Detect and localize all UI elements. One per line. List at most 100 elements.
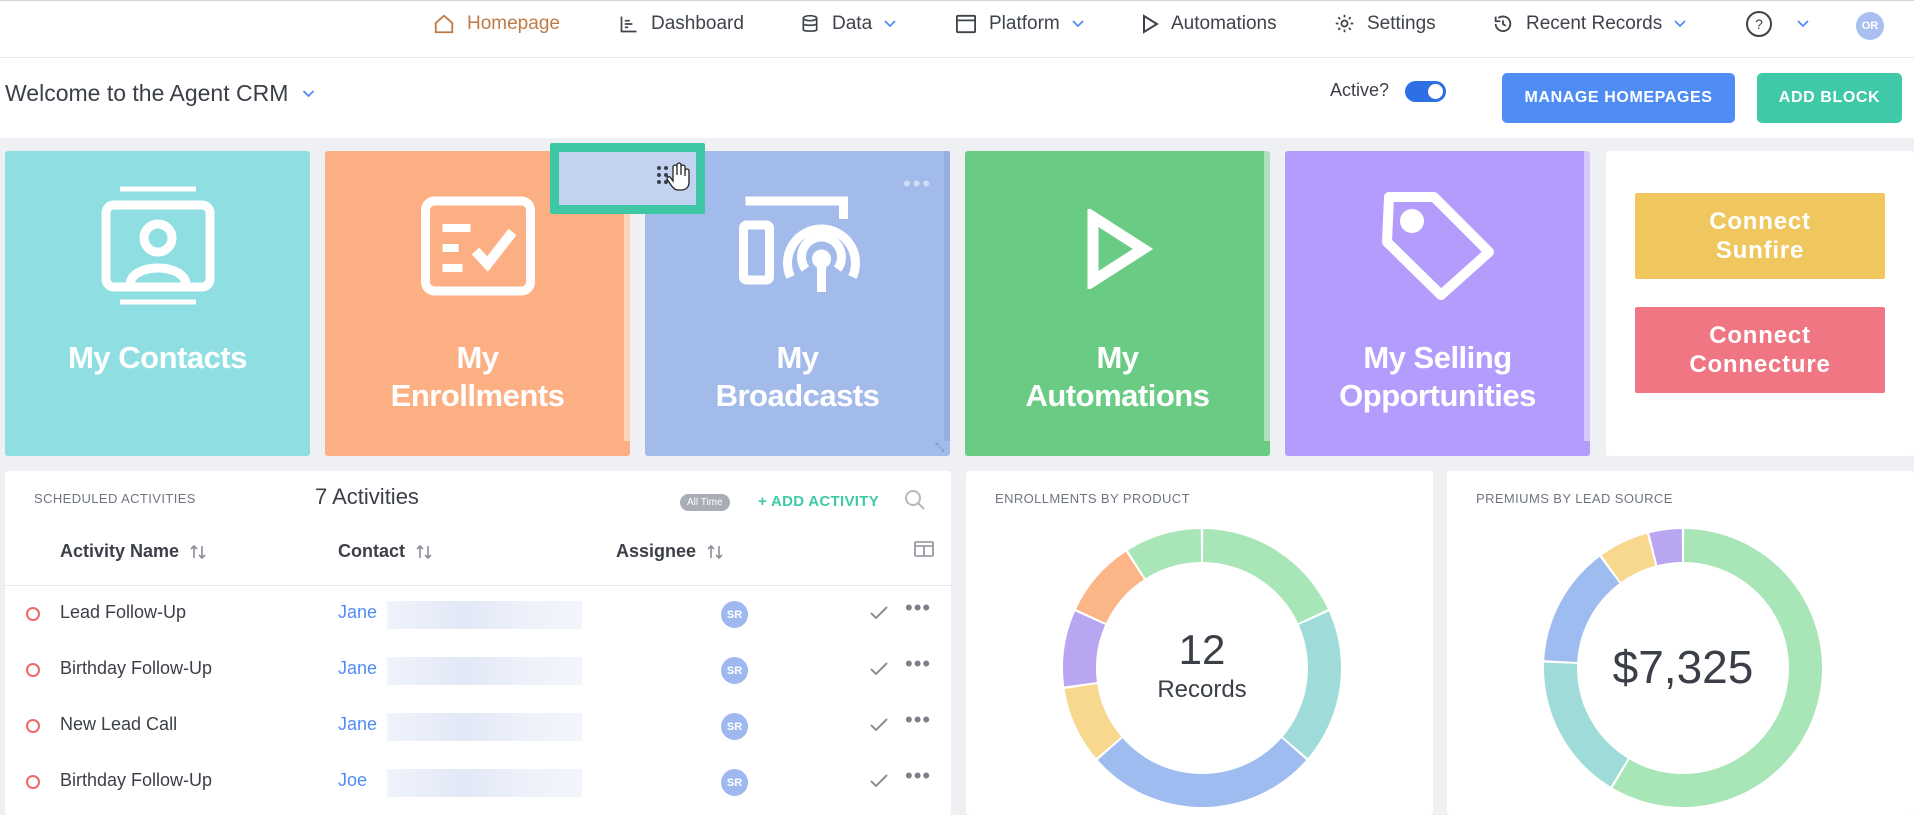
contact-link[interactable]: Jane	[338, 714, 377, 735]
connect-connecture-line1: Connect	[1709, 322, 1811, 349]
status-circle-icon[interactable]	[26, 775, 40, 789]
contact-link[interactable]: Jane	[338, 602, 377, 623]
connect-sunfire-button[interactable]: Connect Sunfire	[1635, 193, 1885, 279]
column-header-activity-name[interactable]: Activity Name	[60, 541, 207, 562]
chart-center-value: 12	[1178, 626, 1226, 673]
window-icon	[956, 14, 976, 33]
nav-data[interactable]: Data	[800, 1, 908, 46]
tile-scrollbar[interactable]	[1584, 151, 1590, 441]
tile-my-selling-opportunities[interactable]: My Selling Opportunities	[1285, 151, 1590, 456]
nav-help[interactable]: ?	[1745, 1, 1821, 46]
tile-scrollbar[interactable]	[1264, 151, 1270, 441]
activity-name[interactable]: Lead Follow-Up	[60, 602, 186, 623]
chart-center-value: $7,325	[1612, 641, 1754, 693]
activity-count: 7 Activities	[315, 484, 419, 509]
resize-handle-icon[interactable]: ⤡	[935, 440, 945, 455]
nav-automations[interactable]: Automations	[1141, 1, 1277, 46]
tile-label-line2: Opportunities	[1339, 378, 1536, 413]
check-icon[interactable]	[869, 773, 889, 789]
nav-platform[interactable]: Platform	[955, 1, 1096, 46]
tile-label-line1: My Selling	[1363, 340, 1512, 375]
tile-label-line2: Automations	[1025, 378, 1210, 413]
assignee-avatar: SR	[721, 657, 748, 684]
help-icon: ?	[1746, 10, 1772, 37]
activity-name[interactable]: Birthday Follow-Up	[60, 658, 212, 679]
assignee-avatar: SR	[721, 713, 748, 740]
manage-homepages-button[interactable]: MANAGE HOMEPAGES	[1502, 73, 1735, 123]
nav-dashboard-label: Dashboard	[651, 12, 744, 34]
sort-icon	[190, 544, 206, 559]
drag-handle-icon[interactable]	[656, 162, 692, 192]
columns-icon[interactable]	[913, 539, 935, 559]
nav-settings[interactable]: Settings	[1334, 1, 1436, 46]
enrollments-donut-chart[interactable]: 12 Records	[1062, 528, 1342, 808]
activity-name[interactable]: Birthday Follow-Up	[60, 770, 212, 791]
nav-dashboard[interactable]: Dashboard	[619, 1, 744, 46]
assignee-avatar: SR	[721, 769, 748, 796]
tile-label-line2: Enrollments	[390, 378, 565, 413]
nav-platform-label: Platform	[989, 12, 1060, 34]
check-icon[interactable]	[869, 661, 889, 677]
broadcast-icon	[738, 196, 860, 292]
user-avatar[interactable]: OR	[1856, 12, 1884, 40]
chevron-down-icon	[1797, 19, 1809, 27]
table-row[interactable]: Birthday Follow-Up Jane SR •••	[5, 642, 951, 698]
tile-label: My Contacts	[68, 340, 247, 375]
premiums-donut-chart[interactable]: $7,325	[1543, 528, 1823, 808]
nav-recent-records[interactable]: Recent Records	[1492, 1, 1698, 46]
database-icon	[802, 14, 818, 32]
nav-homepage[interactable]: Homepage	[433, 1, 560, 46]
more-options-icon[interactable]: •••	[905, 707, 931, 733]
panel-title: PREMIUMS BY LEAD SOURCE	[1476, 491, 1673, 506]
tile-label-line1: My	[1096, 340, 1139, 375]
time-filter-badge[interactable]: All Time	[680, 494, 730, 511]
table-row[interactable]: Lead Follow-Up Jane SR •••	[5, 586, 951, 642]
gear-icon	[1335, 14, 1354, 33]
donut-slice[interactable]	[1097, 738, 1307, 807]
nav-settings-label: Settings	[1367, 12, 1436, 34]
column-header-assignee[interactable]: Assignee	[616, 541, 724, 562]
connect-connecture-button[interactable]: Connect Connecture	[1635, 307, 1885, 393]
tile-menu-icon[interactable]: •••	[903, 171, 932, 197]
donut-slice[interactable]	[1127, 529, 1202, 579]
donut-slice[interactable]	[1076, 551, 1144, 624]
active-toggle[interactable]	[1405, 81, 1446, 102]
tile-my-automations[interactable]: My Automations	[965, 151, 1270, 456]
nav-automations-label: Automations	[1171, 12, 1277, 34]
activity-name[interactable]: New Lead Call	[60, 714, 177, 735]
more-options-icon[interactable]: •••	[905, 651, 931, 677]
check-icon[interactable]	[869, 717, 889, 733]
panel-title: ENROLLMENTS BY PRODUCT	[995, 491, 1190, 506]
tile-scrollbar[interactable]	[944, 151, 950, 441]
tile-my-contacts[interactable]: My Contacts	[5, 151, 310, 456]
status-circle-icon[interactable]	[26, 663, 40, 677]
add-activity-button[interactable]: + ADD ACTIVITY	[758, 493, 879, 510]
donut-slice[interactable]	[1202, 529, 1328, 624]
svg-text:?: ?	[1755, 16, 1763, 32]
more-options-icon[interactable]: •••	[905, 763, 931, 789]
status-circle-icon[interactable]	[26, 719, 40, 733]
nav-recent-records-label: Recent Records	[1526, 12, 1663, 34]
donut-slice[interactable]	[1649, 529, 1683, 566]
top-navigation: Homepage Dashboard Data Platform Automat…	[0, 0, 1914, 58]
table-row[interactable]: Birthday Follow-Up Joe SR •••	[5, 754, 951, 810]
status-circle-icon[interactable]	[26, 607, 40, 621]
tile-label-line2: Broadcasts	[715, 378, 880, 413]
contact-link[interactable]: Jane	[338, 658, 377, 679]
check-icon[interactable]	[869, 605, 889, 621]
add-block-button[interactable]: ADD BLOCK	[1757, 73, 1902, 123]
chart-center-label: Records	[1157, 676, 1247, 703]
contact-link[interactable]: Joe	[338, 770, 367, 791]
chevron-down-icon	[884, 19, 896, 27]
more-options-icon[interactable]: •••	[905, 595, 931, 621]
contact-card-icon	[101, 186, 214, 305]
tile-label-line1: My	[776, 340, 819, 375]
chevron-down-icon	[1674, 19, 1686, 27]
sort-icon	[707, 544, 723, 559]
column-header-contact[interactable]: Contact	[338, 541, 433, 562]
homepage-selector[interactable]: Welcome to the Agent CRM	[5, 80, 315, 107]
page-header: Welcome to the Agent CRM Active? MANAGE …	[0, 58, 1914, 138]
table-row[interactable]: New Lead Call Jane SR •••	[5, 698, 951, 754]
search-icon[interactable]	[904, 489, 926, 511]
enrollments-by-product-panel: ENROLLMENTS BY PRODUCT 12 Records	[966, 471, 1433, 815]
